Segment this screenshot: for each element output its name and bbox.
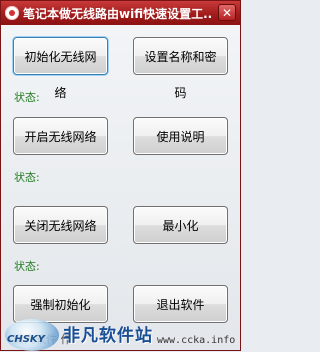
set-name-password-button[interactable]: 设置名称和密码 [133,37,228,100]
site-name: 非凡软件站 [63,326,153,346]
status-label-2: 状态: [14,171,40,184]
force-init-button[interactable]: 强制初始化 [13,285,108,323]
watermark-overlay: 懒人软件 作 CHSKY 非凡软件站 www.ccka.info [1,319,242,352]
app-window: 笔记本做无线路由wifi快速设置工... ✕ 初始化无线网络 设置名称和密码 状… [0,0,241,351]
status-label-1: 状态: [14,91,40,104]
help-button[interactable]: 使用说明 [133,117,228,155]
site-logo-text: CHSKY [7,334,45,345]
close-wireless-button[interactable]: 关闭无线网络 [13,206,108,244]
app-icon [5,6,19,20]
title-bar[interactable]: 笔记本做无线路由wifi快速设置工... ✕ [1,1,240,25]
status-label-3: 状态: [14,260,40,273]
close-button[interactable]: ✕ [218,4,236,21]
minimize-button[interactable]: 最小化 [133,206,228,244]
open-wireless-button[interactable]: 开启无线网络 [13,117,108,155]
close-icon: ✕ [221,6,233,20]
init-wireless-button[interactable]: 初始化无线网络 [13,37,108,100]
site-url: www.ccka.info [157,335,236,346]
window-title: 笔记本做无线路由wifi快速设置工... [23,6,213,21]
exit-button[interactable]: 退出软件 [133,285,228,323]
